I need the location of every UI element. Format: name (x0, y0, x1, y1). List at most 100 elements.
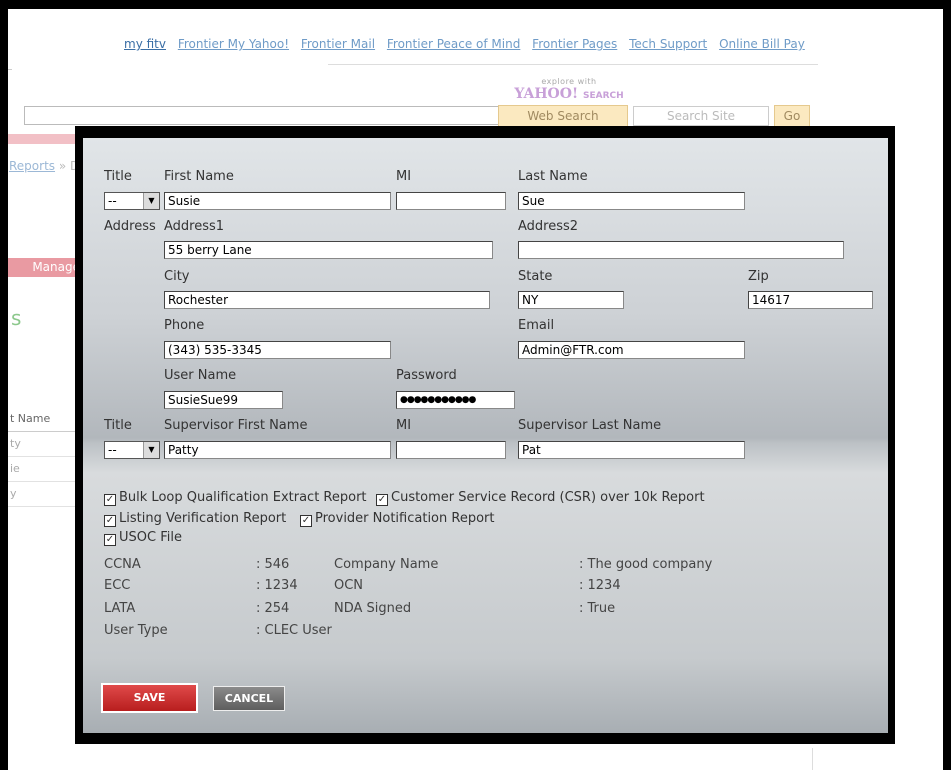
chevron-down-icon: ▼ (143, 442, 159, 458)
zip-label: Zip (748, 269, 769, 284)
zip-field[interactable]: 14617 (748, 291, 873, 309)
supervisor-mi-field[interactable] (396, 441, 506, 459)
divider (328, 64, 818, 65)
user-type-label: User Type (104, 623, 168, 638)
state-label: State (518, 269, 553, 284)
address2-label: Address2 (518, 219, 579, 234)
user-table: t Name ty ie y (8, 407, 82, 507)
company-name-label: Company Name (334, 557, 439, 572)
lata-value: : 254 (256, 601, 290, 616)
breadcrumb-reports-link[interactable]: Reports (9, 159, 55, 173)
title-label: Title (104, 169, 132, 184)
first-name-label: First Name (164, 169, 234, 184)
email-label: Email (518, 318, 555, 333)
ecc-value: : 1234 (256, 578, 298, 593)
checkbox-checked-icon: ✓ (376, 494, 388, 506)
mi-label: MI (396, 169, 412, 184)
report-checkbox-csr[interactable]: ✓ Customer Service Record (CSR) over 10k … (376, 490, 705, 506)
user-name-label: User Name (164, 368, 237, 383)
supervisor-last-name-field[interactable]: Pat (518, 441, 745, 459)
password-field[interactable]: ●●●●●●●●●●● (396, 391, 515, 409)
city-field[interactable]: Rochester (164, 291, 490, 309)
manage-tab[interactable]: Manage (8, 258, 82, 277)
search-word: SEARCH (582, 91, 624, 101)
table-row[interactable]: y (8, 482, 82, 507)
supervisor-title-select-value: -- (108, 443, 117, 457)
link-frontier-pages[interactable]: Frontier Pages (532, 37, 617, 51)
web-search-input[interactable] (24, 106, 500, 125)
supervisor-first-name-field[interactable]: Patty (164, 441, 391, 459)
checkbox-checked-icon: ✓ (104, 494, 116, 506)
mi-field[interactable] (396, 192, 506, 210)
address1-field[interactable]: 55 berry Lane (164, 241, 493, 259)
explore-with-text: explore with (541, 77, 597, 86)
supervisor-last-name-label: Supervisor Last Name (518, 418, 662, 433)
ocn-value: : 1234 (579, 578, 621, 593)
divider (812, 748, 813, 770)
first-name-field[interactable]: Susie (164, 192, 391, 210)
address2-field[interactable] (518, 241, 844, 259)
state-field[interactable]: NY (518, 291, 624, 309)
lata-label: LATA (104, 601, 136, 616)
top-nav-links: my fitv Frontier My Yahoo! Frontier Mail… (124, 37, 813, 51)
phone-label: Phone (164, 318, 205, 333)
user-type-value: : CLEC User (256, 623, 332, 638)
password-label: Password (396, 368, 457, 383)
report-label: Provider Notification Report (315, 511, 495, 526)
edit-user-modal: Title First Name MI Last Name -- ▼ Susie … (83, 138, 888, 733)
supervisor-first-name-label: Supervisor First Name (164, 418, 308, 433)
chevron-down-icon: ▼ (143, 193, 159, 209)
search-site-input[interactable]: Search Site (633, 106, 769, 126)
checkbox-checked-icon: ✓ (300, 515, 312, 527)
cancel-button[interactable]: CANCEL (213, 686, 285, 711)
link-online-bill-pay[interactable]: Online Bill Pay (719, 37, 805, 51)
report-label: Bulk Loop Qualification Extract Report (119, 490, 367, 505)
table-row[interactable]: ie (8, 457, 82, 482)
link-my-fitv[interactable]: my fitv (124, 37, 166, 51)
report-label: USOC File (119, 530, 182, 545)
yahoo-logo-text: YAHOO! (514, 86, 579, 102)
breadcrumb: Reports » D (9, 159, 79, 173)
title-select-value: -- (108, 194, 117, 208)
link-frontier-mail[interactable]: Frontier Mail (301, 37, 375, 51)
divider (8, 69, 12, 70)
address-label: Address (104, 219, 156, 234)
nda-signed-value: : True (579, 601, 616, 616)
go-button[interactable]: Go (774, 105, 810, 127)
link-tech-support[interactable]: Tech Support (629, 37, 707, 51)
ocn-label: OCN (334, 578, 364, 593)
report-checkbox-listing[interactable]: ✓ Listing Verification Report (104, 511, 286, 527)
supervisor-title-select[interactable]: -- ▼ (104, 441, 160, 459)
table-row[interactable]: ty (8, 432, 82, 457)
city-label: City (164, 269, 190, 284)
report-checkbox-provider[interactable]: ✓ Provider Notification Report (300, 511, 494, 527)
company-name-value: : The good company (579, 557, 713, 572)
supervisor-title-label: Title (104, 418, 132, 433)
report-label: Customer Service Record (CSR) over 10k R… (391, 490, 705, 505)
link-frontier-my-yahoo[interactable]: Frontier My Yahoo! (178, 37, 289, 51)
yahoo-search-logo: explore with YAHOO! SEARCH (504, 77, 634, 104)
web-search-button[interactable]: Web Search (498, 105, 628, 127)
left-header-bar (8, 134, 78, 144)
supervisor-mi-label: MI (396, 418, 412, 433)
last-name-field[interactable]: Sue (518, 192, 745, 210)
phone-field[interactable]: (343) 535-3345 (164, 341, 391, 359)
link-peace-of-mind[interactable]: Frontier Peace of Mind (387, 37, 520, 51)
checkbox-checked-icon: ✓ (104, 534, 116, 546)
email-field[interactable]: Admin@FTR.com (518, 341, 745, 359)
table-header: t Name (8, 407, 82, 432)
title-select[interactable]: -- ▼ (104, 192, 160, 210)
ccna-value: : 546 (256, 557, 290, 572)
user-name-field[interactable]: SusieSue99 (164, 391, 283, 409)
report-checkbox-usoc[interactable]: ✓ USOC File (104, 530, 182, 546)
section-heading: s (11, 306, 22, 330)
checkbox-checked-icon: ✓ (104, 515, 116, 527)
report-checkbox-bulk-loop[interactable]: ✓ Bulk Loop Qualification Extract Report (104, 490, 367, 506)
address1-label: Address1 (164, 219, 225, 234)
ecc-label: ECC (104, 578, 131, 593)
ccna-label: CCNA (104, 557, 141, 572)
report-label: Listing Verification Report (119, 511, 287, 526)
nda-signed-label: NDA Signed (334, 601, 412, 616)
last-name-label: Last Name (518, 169, 588, 184)
save-button[interactable]: SAVE (101, 683, 198, 713)
